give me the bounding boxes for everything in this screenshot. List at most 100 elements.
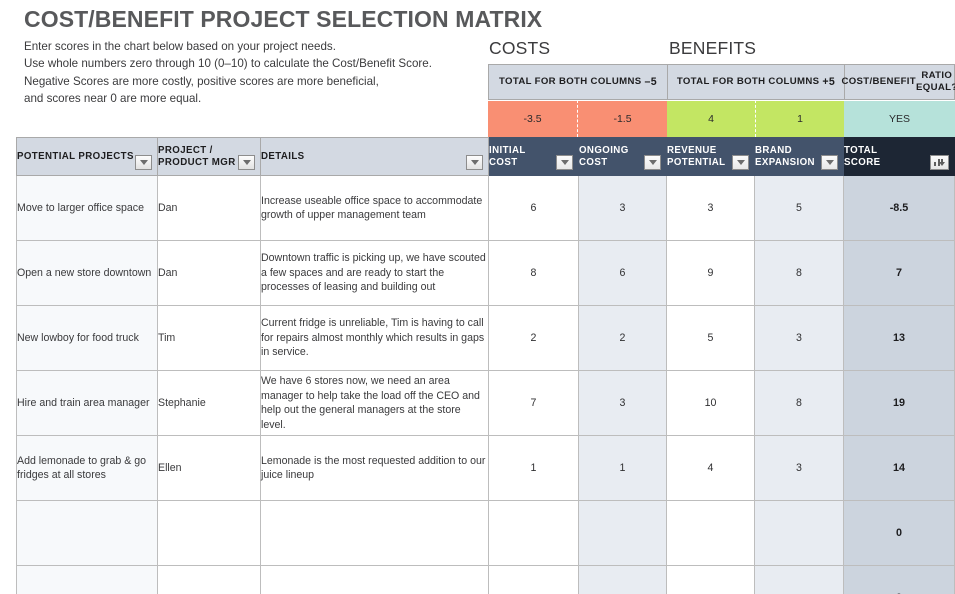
cell-brand-expansion[interactable]: 3 (755, 306, 844, 371)
cell-initial-cost[interactable]: 8 (489, 241, 579, 306)
cell-project[interactable] (17, 566, 158, 594)
column-header-revenue-potential[interactable]: REVENUE POTENTIAL (667, 138, 755, 176)
cell-details[interactable] (261, 566, 489, 594)
filter-dropdown-icon-potential-projects[interactable] (135, 155, 152, 170)
column-header-brand-expansion[interactable]: BRAND EXPANSION (755, 138, 844, 176)
ratio-label-line-1: COST/BENEFIT (841, 76, 916, 88)
filter-dropdown-icon-revenue-potential[interactable] (732, 155, 749, 170)
instruction-line-1: Enter scores in the chart below based on… (24, 38, 432, 55)
cell-manager[interactable] (158, 566, 261, 594)
cell-revenue-potential[interactable]: 4 (667, 436, 755, 501)
cell-project[interactable]: Add lemonade to grab & go fridges at all… (17, 436, 158, 501)
filter-dropdown-icon-initial-cost[interactable] (556, 155, 573, 170)
cell-brand-expansion[interactable] (755, 566, 844, 594)
revenue-potential-average: 4 (667, 100, 755, 137)
cell-details[interactable]: Downtown traffic is picking up, we have … (261, 241, 489, 306)
filter-dropdown-icon-details[interactable] (466, 155, 483, 170)
instruction-line-2: Use whole numbers zero through 10 (0–10)… (24, 55, 432, 72)
column-header-potential-projects-label: POTENTIAL PROJECTS (17, 151, 134, 162)
cell-details[interactable]: Current fridge is unreliable, Tim is hav… (261, 306, 489, 371)
ongoing-cost-average: -1.5 (577, 100, 667, 137)
cell-project[interactable]: Open a new store downtown (17, 241, 158, 306)
instruction-line-4: and scores near 0 are more equal. (24, 90, 432, 107)
table-body: Move to larger office space Dan Increase… (17, 176, 955, 594)
costs-total-value: –5 (645, 76, 657, 88)
cell-project[interactable] (17, 501, 158, 566)
table-header-row: POTENTIAL PROJECTS PROJECT / PRODUCT MGR… (17, 138, 955, 176)
sort-descending-icon-total-score[interactable] (930, 155, 949, 170)
cell-manager[interactable]: Dan (158, 241, 261, 306)
cell-total-score: -8.5 (844, 176, 955, 241)
column-header-brand-expansion-line-2: EXPANSION (755, 157, 815, 168)
cell-brand-expansion[interactable]: 8 (755, 371, 844, 436)
cell-manager[interactable]: Stephanie (158, 371, 261, 436)
cell-initial-cost[interactable] (489, 566, 579, 594)
column-header-total-score-line-2: SCORE (844, 157, 880, 168)
ratio-summary-group: COST/BENEFIT RATIO EQUAL? YES (844, 64, 955, 137)
cell-ongoing-cost[interactable]: 6 (579, 241, 667, 306)
page-title: COST/BENEFIT PROJECT SELECTION MATRIX (24, 6, 542, 33)
cell-details[interactable]: Lemonade is the most requested addition … (261, 436, 489, 501)
cell-revenue-potential[interactable]: 9 (667, 241, 755, 306)
table-row: Open a new store downtown Dan Downtown t… (17, 241, 955, 306)
cell-initial-cost[interactable] (489, 501, 579, 566)
cell-ongoing-cost[interactable]: 1 (579, 436, 667, 501)
cell-ongoing-cost[interactable]: 3 (579, 176, 667, 241)
cell-ongoing-cost[interactable]: 2 (579, 306, 667, 371)
cell-revenue-potential[interactable] (667, 566, 755, 594)
cell-initial-cost[interactable]: 2 (489, 306, 579, 371)
column-header-potential-projects[interactable]: POTENTIAL PROJECTS (17, 138, 158, 176)
column-header-initial-cost-line-2: COST (489, 157, 518, 168)
filter-dropdown-icon-project-mgr[interactable] (238, 155, 255, 170)
brand-expansion-average: 1 (755, 100, 844, 137)
column-header-revenue-potential-line-2: POTENTIAL (667, 157, 726, 168)
cell-initial-cost[interactable]: 6 (489, 176, 579, 241)
cell-project[interactable]: Hire and train area manager (17, 371, 158, 436)
cell-brand-expansion[interactable]: 3 (755, 436, 844, 501)
column-header-total-score[interactable]: TOTAL SCORE (844, 138, 955, 176)
cell-brand-expansion[interactable]: 5 (755, 176, 844, 241)
cell-initial-cost[interactable]: 1 (489, 436, 579, 501)
summary-band: TOTAL FOR BOTH COLUMNS –5 -3.5 -1.5 TOTA… (488, 64, 955, 137)
filter-dropdown-icon-ongoing-cost[interactable] (644, 155, 661, 170)
cell-manager[interactable] (158, 501, 261, 566)
column-header-project-mgr-line-2: PRODUCT MGR (158, 157, 236, 168)
cell-ongoing-cost[interactable]: 3 (579, 371, 667, 436)
benefits-section-label: BENEFITS (669, 38, 756, 59)
cell-project[interactable]: New lowboy for food truck (17, 306, 158, 371)
ratio-equal-header: COST/BENEFIT RATIO EQUAL? (844, 64, 955, 100)
cell-initial-cost[interactable]: 7 (489, 371, 579, 436)
column-header-project-mgr[interactable]: PROJECT / PRODUCT MGR (158, 138, 261, 176)
cell-manager[interactable]: Dan (158, 176, 261, 241)
table-row: New lowboy for food truck Tim Current fr… (17, 306, 955, 371)
cell-total-score: 7 (844, 241, 955, 306)
cell-brand-expansion[interactable] (755, 501, 844, 566)
column-header-ongoing-cost[interactable]: ONGOING COST (579, 138, 667, 176)
cell-manager[interactable]: Tim (158, 306, 261, 371)
filter-dropdown-icon-brand-expansion[interactable] (821, 155, 838, 170)
column-header-details[interactable]: DETAILS (261, 138, 489, 176)
table-row: Move to larger office space Dan Increase… (17, 176, 955, 241)
cell-manager[interactable]: Ellen (158, 436, 261, 501)
column-header-initial-cost[interactable]: INITIAL COST (489, 138, 579, 176)
cell-ongoing-cost[interactable] (579, 501, 667, 566)
cell-details[interactable]: We have 6 stores now, we need an area ma… (261, 371, 489, 436)
benefits-total-label: TOTAL FOR BOTH COLUMNS (677, 76, 820, 88)
cell-ongoing-cost[interactable] (579, 566, 667, 594)
cell-total-score: 0 (844, 566, 955, 594)
cell-revenue-potential[interactable]: 5 (667, 306, 755, 371)
benefits-total-value: +5 (822, 76, 835, 88)
column-header-initial-cost-line-1: INITIAL (489, 145, 526, 156)
column-header-project-mgr-line-1: PROJECT / (158, 145, 213, 156)
benefits-summary-values: 4 1 (667, 100, 844, 137)
project-matrix-table: POTENTIAL PROJECTS PROJECT / PRODUCT MGR… (16, 137, 955, 594)
cell-revenue-potential[interactable] (667, 501, 755, 566)
cell-details[interactable]: Increase useable office space to accommo… (261, 176, 489, 241)
instruction-line-3: Negative Scores are more costly, positiv… (24, 73, 432, 90)
cell-project[interactable]: Move to larger office space (17, 176, 158, 241)
cell-brand-expansion[interactable]: 8 (755, 241, 844, 306)
cell-revenue-potential[interactable]: 10 (667, 371, 755, 436)
cell-details[interactable] (261, 501, 489, 566)
cell-revenue-potential[interactable]: 3 (667, 176, 755, 241)
cell-total-score: 0 (844, 501, 955, 566)
